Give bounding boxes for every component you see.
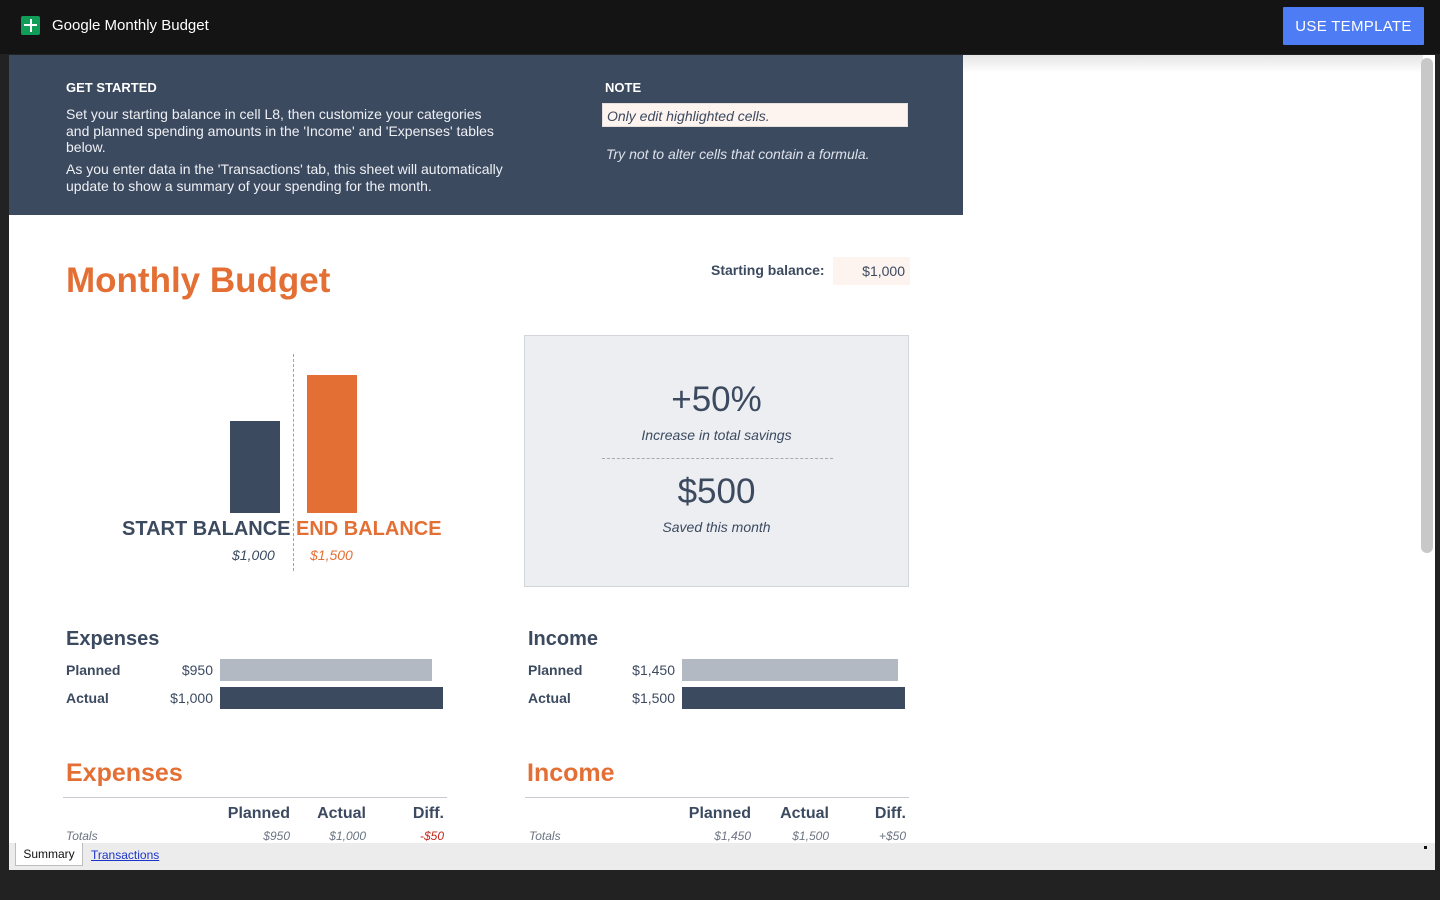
- income-actual-bar: [682, 687, 905, 709]
- income-actual-label: Actual: [528, 690, 571, 706]
- expenses-planned-label: Planned: [66, 662, 121, 678]
- savings-percent-caption: Increase in total savings: [641, 427, 792, 443]
- start-balance-bar: [230, 421, 280, 513]
- savings-amount: $500: [677, 472, 756, 511]
- end-balance-value: $1,500: [310, 547, 353, 563]
- end-balance-bar: [307, 375, 357, 513]
- instructions-line-4: As you enter data in the 'Transactions' …: [66, 161, 503, 177]
- page-title: Monthly Budget: [66, 261, 331, 300]
- top-bar: Google Monthly Budget USE TEMPLATE: [0, 0, 1440, 54]
- spreadsheet-area[interactable]: GET STARTED Set your starting balance in…: [9, 55, 1435, 843]
- header-shadow: [963, 55, 1423, 73]
- income-header-actual: Actual: [780, 805, 829, 822]
- sheet-tab-bar: Summary Transactions: [9, 843, 1435, 870]
- income-planned-label: Planned: [528, 662, 583, 678]
- expenses-actual-label: Actual: [66, 690, 109, 706]
- income-totals-label: Totals: [529, 829, 561, 843]
- expenses-comparison-heading: Expenses: [66, 628, 160, 650]
- instructions-line-3: below.: [66, 139, 106, 155]
- expenses-planned-bar: [220, 659, 432, 681]
- income-planned-value: $1,450: [632, 662, 675, 678]
- instructions-line-2: and planned spending amounts in the 'Inc…: [66, 122, 494, 139]
- expenses-header-diff: Diff.: [412, 805, 444, 822]
- expenses-totals-label: Totals: [66, 829, 98, 843]
- savings-amount-caption: Saved this month: [662, 519, 771, 535]
- instructions-banner: GET STARTED Set your starting balance in…: [9, 55, 963, 215]
- income-total-actual[interactable]: $1,500: [761, 829, 829, 843]
- corner-marker: [1424, 846, 1427, 849]
- income-total-planned[interactable]: $1,450: [669, 829, 751, 843]
- note-highlighted-cell[interactable]: Only edit highlighted cells.: [602, 103, 908, 127]
- start-balance-value: $1,000: [232, 547, 275, 563]
- expenses-actual-value: $1,000: [170, 690, 213, 706]
- balance-chart-divider: [293, 354, 294, 571]
- expenses-actual-bar: [220, 687, 443, 709]
- note-heading: NOTE: [605, 80, 642, 95]
- end-balance-label: END BALANCE: [296, 518, 442, 540]
- use-template-button[interactable]: USE TEMPLATE: [1283, 7, 1424, 45]
- income-header-diff: Diff.: [874, 805, 906, 822]
- savings-summary-card: +50% Increase in total savings $500 Save…: [524, 335, 909, 587]
- instructions-line-1: Set your starting balance in cell L8, th…: [66, 106, 482, 122]
- note-formula-text: Try not to alter cells that contain a fo…: [606, 146, 870, 162]
- expenses-table-title: Expenses: [66, 759, 183, 787]
- income-total-diff[interactable]: +$50: [841, 829, 906, 843]
- vertical-scrollbar[interactable]: [1421, 58, 1433, 553]
- starting-balance-cell[interactable]: $1,000: [833, 257, 910, 285]
- income-table-title: Income: [527, 759, 615, 787]
- savings-percent: +50%: [671, 380, 762, 419]
- get-started-heading: GET STARTED: [66, 80, 157, 95]
- expenses-total-actual[interactable]: $1,000: [299, 829, 366, 843]
- app-title: Google Monthly Budget: [52, 17, 209, 34]
- income-comparison-heading: Income: [528, 628, 599, 650]
- sheets-logo-icon: [21, 16, 40, 35]
- start-balance-label: START BALANCE: [122, 518, 291, 540]
- expenses-total-diff[interactable]: -$50: [379, 829, 444, 843]
- expenses-header-planned: Planned: [227, 805, 290, 822]
- income-planned-bar: [682, 659, 898, 681]
- income-header-planned: Planned: [688, 805, 751, 822]
- instructions-line-5: update to show a summary of your spendin…: [66, 177, 432, 194]
- expenses-total-planned[interactable]: $950: [209, 829, 290, 843]
- income-table-rule: [525, 797, 909, 798]
- tab-summary[interactable]: Summary: [15, 843, 83, 866]
- expenses-planned-value: $950: [181, 662, 213, 678]
- starting-balance-label: Starting balance:: [711, 262, 825, 278]
- tab-transactions[interactable]: Transactions: [91, 848, 159, 862]
- expenses-table-rule: [63, 797, 447, 798]
- expenses-header-actual: Actual: [317, 805, 366, 822]
- income-actual-value: $1,500: [632, 690, 675, 706]
- savings-card-divider: [602, 458, 833, 459]
